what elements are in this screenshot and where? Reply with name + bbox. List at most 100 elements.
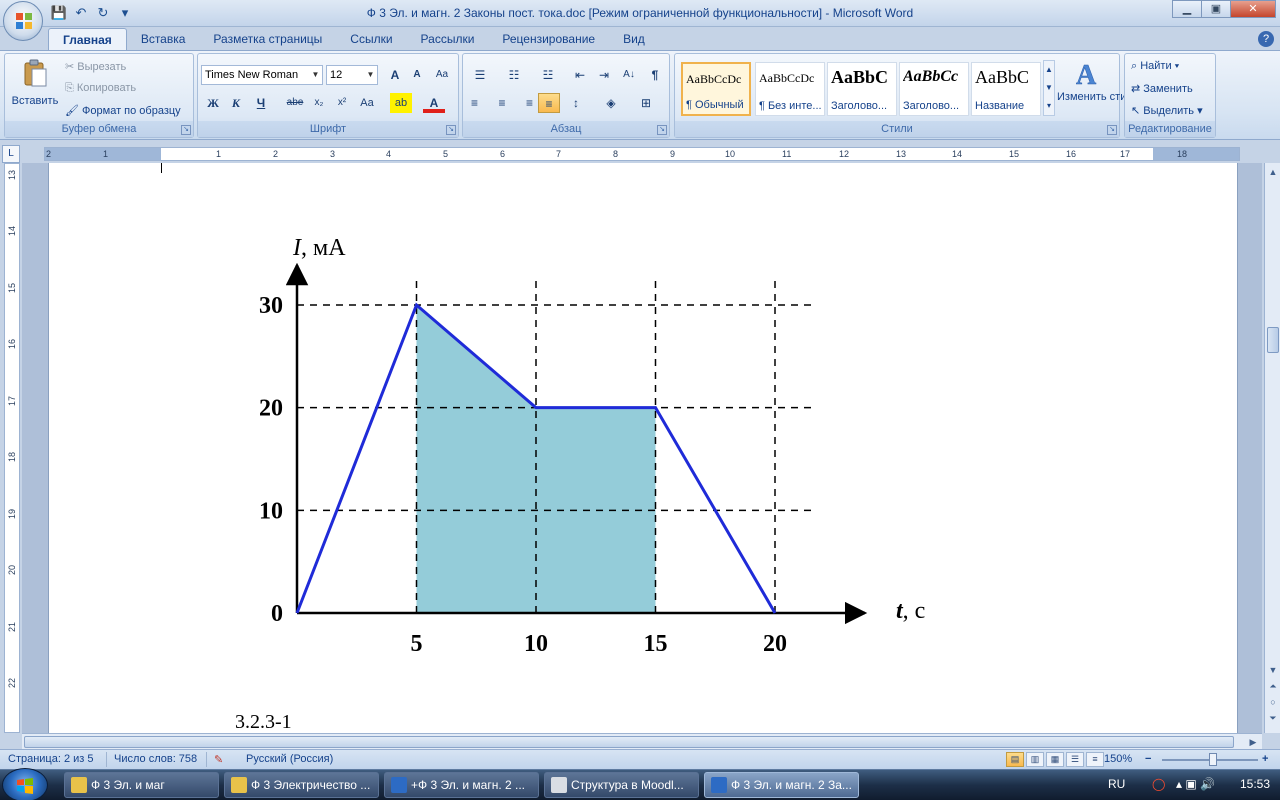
shrink-font-button[interactable]: A <box>406 65 428 85</box>
tray-icons[interactable]: ▴ ▣ 🔊 <box>1176 777 1215 791</box>
tab-home[interactable]: Главная <box>48 28 127 50</box>
clipboard-group: Вставить ✂ Вырезать ⎘ Копировать 🖌 Форма… <box>4 53 194 138</box>
font-size-combo[interactable]: 12 ▼ <box>326 65 378 85</box>
previous-page-icon[interactable]: ⏶ <box>1266 679 1280 693</box>
cut-button[interactable]: ✂ Вырезать <box>65 60 126 73</box>
taskbar-item[interactable]: Ф 3 Эл. и магн. 2 За... <box>704 772 859 798</box>
increase-indent-button[interactable]: ⇥ <box>593 65 615 85</box>
current-time-chart[interactable]: 5 10 15 20 0 10 20 30 I, мА t, с <box>249 223 949 663</box>
tab-view[interactable]: Вид <box>609 28 659 50</box>
align-left-button[interactable]: ≡ <box>467 93 489 113</box>
change-styles-button[interactable]: A Изменить стили <box>1057 58 1139 104</box>
strikethrough-button[interactable]: abe <box>284 93 306 113</box>
show-marks-button[interactable]: ¶ <box>644 65 666 85</box>
style-normal[interactable]: AaBbCcDc ¶ Обычный <box>681 62 751 116</box>
styles-scroll[interactable]: ▲ ▼ ▾ <box>1043 60 1055 116</box>
grow-font-button[interactable]: A <box>384 65 406 85</box>
bullets-button[interactable]: ☰ <box>469 65 491 85</box>
style-title[interactable]: AaBbC Название <box>971 62 1041 116</box>
select-browse-object-icon[interactable]: ○ <box>1266 695 1280 709</box>
subscript-button[interactable]: x₂ <box>308 93 330 113</box>
clock[interactable]: 15:53 <box>1240 777 1270 791</box>
taskbar-item[interactable]: +Ф 3 Эл. и магн. 2 ... <box>384 772 539 798</box>
language-indicator[interactable]: Русский (Россия) <box>246 753 333 765</box>
taskbar-item[interactable]: Ф 3 Электричество ... <box>224 772 379 798</box>
taskbar-item[interactable]: Структура в Moodl... <box>544 772 699 798</box>
scroll-thumb[interactable] <box>24 736 1234 748</box>
format-painter-button[interactable]: 🖌 Формат по образцу <box>65 104 181 117</box>
input-language[interactable]: RU <box>1108 777 1125 791</box>
web-layout-button[interactable]: ▦ <box>1046 752 1064 767</box>
sort-button[interactable]: A↓ <box>618 65 640 85</box>
paste-button[interactable]: Вставить <box>11 58 59 116</box>
find-button[interactable]: ⌕ Найти ▾ <box>1131 60 1179 73</box>
full-screen-reading-button[interactable]: ▥ <box>1026 752 1044 767</box>
copy-button[interactable]: ⎘ Копировать <box>65 82 136 95</box>
align-right-button[interactable]: ≡ <box>515 93 537 113</box>
scroll-right-icon[interactable]: ▶ <box>1246 735 1260 749</box>
tab-page-layout[interactable]: Разметка страницы <box>199 28 336 50</box>
numbering-button[interactable]: ☷ <box>503 65 525 85</box>
zoom-level[interactable]: 150% <box>1104 753 1132 765</box>
styles-launcher[interactable]: ↘ <box>1107 125 1117 135</box>
tab-selector[interactable]: L <box>2 145 20 163</box>
page-count[interactable]: Страница: 2 из 5 <box>8 753 94 765</box>
next-page-icon[interactable]: ⏷ <box>1266 711 1280 725</box>
scroll-thumb[interactable] <box>1267 327 1279 353</box>
clipboard-launcher[interactable]: ↘ <box>181 125 191 135</box>
zoom-in-button[interactable]: + <box>1262 753 1268 765</box>
minimize-button[interactable]: ▁ <box>1172 0 1202 18</box>
zoom-slider-thumb[interactable] <box>1209 753 1217 766</box>
clear-formatting-button[interactable]: Aa <box>431 65 453 85</box>
style-heading-2[interactable]: AaBbCc Заголово... <box>899 62 969 116</box>
scroll-down-icon[interactable]: ▼ <box>1266 663 1280 677</box>
shading-button[interactable]: ◈ <box>600 93 622 113</box>
tab-references[interactable]: Ссылки <box>336 28 406 50</box>
opera-icon[interactable]: ◯ <box>1152 777 1165 791</box>
italic-button[interactable]: К <box>225 93 247 113</box>
tab-mailings[interactable]: Рассылки <box>407 28 489 50</box>
style-heading-1[interactable]: AaBbC Заголово... <box>827 62 897 116</box>
font-color-button[interactable]: A <box>423 93 445 113</box>
underline-button[interactable]: Ч <box>250 93 272 113</box>
change-case-button[interactable]: Aa <box>356 93 378 113</box>
outline-view-button[interactable]: ☰ <box>1066 752 1084 767</box>
horizontal-scrollbar[interactable]: ▶ <box>22 733 1262 749</box>
word-count[interactable]: Число слов: 758 <box>114 753 197 765</box>
print-layout-view-button[interactable]: ▤ <box>1006 752 1024 767</box>
zoom-out-button[interactable]: − <box>1145 753 1151 765</box>
vertical-scrollbar[interactable]: ▲ ▼ ⏶ ○ ⏷ <box>1264 163 1280 733</box>
replace-button[interactable]: ⇄ Заменить <box>1131 82 1193 95</box>
style-no-spacing[interactable]: AaBbCcDc ¶ Без инте... <box>755 62 825 116</box>
styles-group: AaBbCcDc ¶ Обычный AaBbCcDc ¶ Без инте..… <box>674 53 1139 138</box>
close-button[interactable]: ✕ <box>1230 0 1276 18</box>
multilevel-list-button[interactable]: ☳ <box>537 65 559 85</box>
taskbar-item[interactable]: Ф 3 Эл. и маг <box>64 772 219 798</box>
superscript-button[interactable]: x² <box>331 93 353 113</box>
horizontal-ruler[interactable]: 2 1 1 2 3 4 5 6 7 8 9 10 11 12 13 14 15 … <box>44 147 1240 161</box>
vertical-ruler[interactable]: 13 14 15 16 17 18 19 20 21 22 <box>4 163 20 733</box>
help-icon[interactable]: ? <box>1258 31 1274 47</box>
draft-view-button[interactable]: ≡ <box>1086 752 1104 767</box>
font-name-combo[interactable]: Times New Roman ▼ <box>201 65 323 85</box>
bold-button[interactable]: Ж <box>202 93 224 113</box>
tab-review[interactable]: Рецензирование <box>488 28 609 50</box>
align-center-button[interactable]: ≡ <box>491 93 513 113</box>
tab-insert[interactable]: Вставка <box>127 28 200 50</box>
pointer-icon: ↖ <box>1131 105 1144 117</box>
line-spacing-button[interactable]: ↕ <box>565 93 587 113</box>
justify-button[interactable]: ≡ <box>538 93 560 113</box>
start-button[interactable] <box>2 768 48 800</box>
decrease-indent-button[interactable]: ⇤ <box>569 65 591 85</box>
paragraph-launcher[interactable]: ↘ <box>657 125 667 135</box>
office-button[interactable] <box>3 1 43 41</box>
highlight-button[interactable]: ab <box>390 93 412 113</box>
borders-button[interactable]: ⊞ <box>635 93 657 113</box>
select-button[interactable]: ↖ Выделить ▾ <box>1131 104 1203 117</box>
font-launcher[interactable]: ↘ <box>446 125 456 135</box>
maximize-button[interactable]: ▣ <box>1201 0 1231 18</box>
document-page[interactable]: 5 10 15 20 0 10 20 30 I, мА t, с 3.2.3-1 <box>48 163 1238 733</box>
ruler-number: 17 <box>1120 149 1131 159</box>
spelling-check-icon[interactable]: ✎ <box>214 753 223 766</box>
scroll-up-icon[interactable]: ▲ <box>1266 165 1280 179</box>
